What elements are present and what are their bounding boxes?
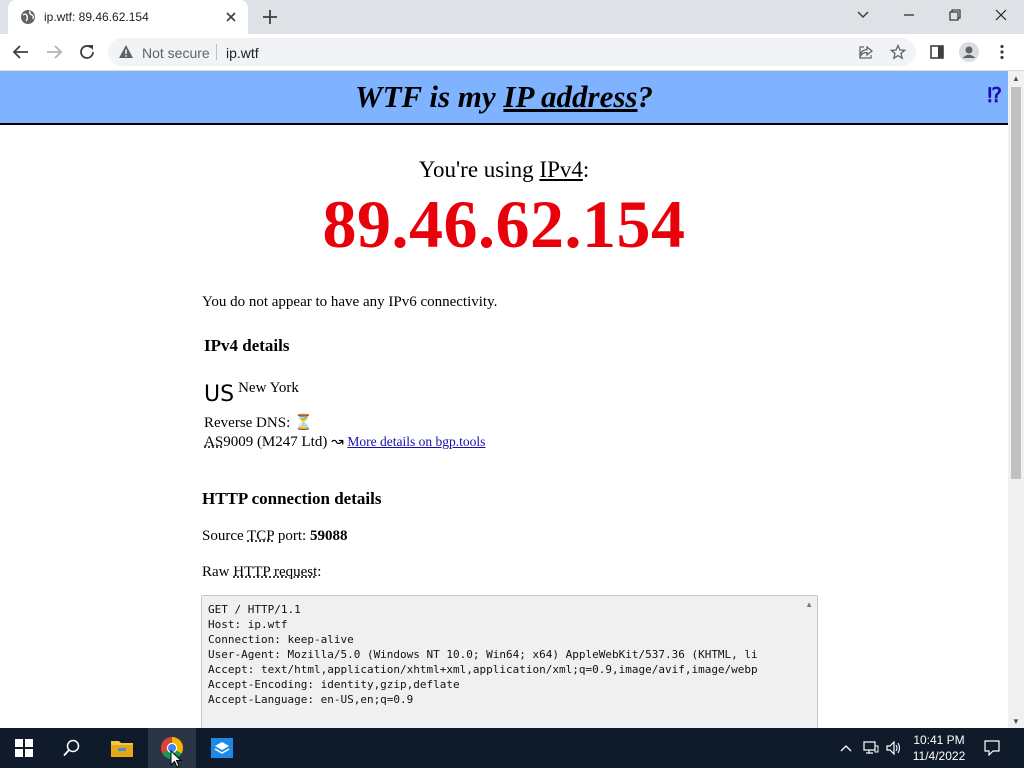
security-label[interactable]: Not secure — [142, 45, 210, 61]
as-info: AS9009 (M247 Ltd) ↝ More details on bgp.… — [204, 432, 485, 451]
port-mid: port: — [274, 528, 310, 544]
info-link[interactable]: ⁉ — [987, 83, 1002, 108]
raw-suffix: : — [317, 564, 322, 580]
rdns-label: Reverse DNS: — [204, 415, 291, 431]
raw-request-label: Raw HTTP request: — [202, 564, 321, 581]
clock-time: 10:41 PM — [913, 733, 965, 747]
scrollbar-thumb[interactable] — [1011, 87, 1021, 479]
app-taskbar-icon[interactable] — [198, 728, 246, 768]
raw-line: Host: ip.wtf — [208, 618, 288, 631]
minimize-icon[interactable] — [886, 0, 932, 30]
warning-icon[interactable] — [118, 44, 134, 60]
page-scrollbar[interactable]: ▲ ▼ — [1008, 71, 1024, 728]
browser-tab[interactable]: ip.wtf: 89.46.62.154 — [8, 0, 248, 34]
new-tab-icon[interactable] — [258, 6, 282, 28]
protocol-line: You're using IPv4: — [0, 157, 1008, 183]
raw-line: Accept-Encoding: identity,gzip,deflate — [208, 678, 460, 691]
side-panel-icon[interactable] — [926, 41, 948, 63]
windows-taskbar: 10:41 PM 11/4/2022 — [0, 728, 1024, 768]
window-close-icon[interactable] — [978, 0, 1024, 30]
notification-center-icon[interactable] — [978, 728, 1006, 768]
tab-strip: ip.wtf: 89.46.62.154 — [0, 0, 1024, 34]
profile-avatar-icon[interactable] — [958, 41, 980, 63]
site-title: WTF is my IP address? — [0, 79, 1008, 115]
raw-line: GET / HTTP/1.1 — [208, 603, 301, 616]
restore-icon[interactable] — [932, 0, 978, 30]
file-explorer-icon[interactable] — [98, 728, 146, 768]
raw-line: Accept: text/html,application/xhtml+xml,… — [208, 663, 758, 676]
title-prefix: WTF is my — [355, 79, 504, 114]
tab-title: ip.wtf: 89.46.62.154 — [44, 10, 149, 24]
raw-request-textarea[interactable]: GET / HTTP/1.1 Host: ip.wtf Connection: … — [201, 595, 818, 728]
page-viewport: WTF is my IP address? ⁉ You're using IPv… — [0, 71, 1008, 728]
reload-icon[interactable] — [76, 41, 98, 63]
as-abbr: AS — [204, 434, 224, 450]
ip-address: 89.46.62.154 — [322, 186, 686, 262]
network-icon[interactable] — [860, 728, 882, 768]
site-banner: WTF is my IP address? ⁉ — [0, 71, 1008, 125]
bookmark-star-icon[interactable] — [887, 41, 909, 63]
bgp-tools-link[interactable]: More details on bgp.tools — [347, 434, 485, 449]
system-clock[interactable]: 10:41 PM 11/4/2022 — [900, 732, 978, 764]
as-text: 9009 (M247 Ltd) ↝ — [223, 434, 348, 450]
title-suffix: ? — [637, 79, 653, 114]
chrome-taskbar-icon[interactable] — [148, 728, 196, 768]
source-port: Source TCP port: 59088 — [202, 528, 347, 545]
using-suffix: : — [582, 157, 590, 182]
mouse-cursor-icon — [170, 750, 182, 768]
ip-address-link[interactable]: IP address — [503, 79, 637, 114]
port-value: 59088 — [309, 528, 348, 544]
menu-kebab-icon[interactable] — [991, 41, 1013, 63]
scroll-up-icon[interactable]: ▲ — [1012, 74, 1020, 83]
using-prefix: You're using — [418, 157, 540, 182]
location: US New York — [204, 380, 299, 407]
textarea-scroll-up-icon[interactable]: ▲ — [805, 600, 813, 609]
url-text[interactable]: ip.wtf — [226, 45, 259, 61]
country-code: US — [204, 382, 235, 407]
search-icon[interactable] — [48, 728, 96, 768]
city: New York — [238, 380, 299, 396]
hourglass-icon: ⏳ — [294, 415, 313, 431]
windows-start-icon[interactable] — [0, 728, 48, 768]
tab-search-icon[interactable] — [840, 0, 886, 30]
port-prefix: Source — [202, 528, 248, 544]
divider — [216, 44, 217, 60]
ipv4-heading: IPv4 details — [204, 336, 290, 355]
ipv4-link[interactable]: IPv4 — [539, 157, 582, 182]
http-request-abbr: HTTP request — [233, 564, 318, 580]
clock-date: 11/4/2022 — [912, 749, 966, 763]
scroll-down-icon[interactable]: ▼ — [1012, 717, 1020, 726]
forward-icon[interactable] — [43, 41, 65, 63]
raw-prefix: Raw — [202, 564, 234, 580]
tray-chevron-up-icon[interactable] — [836, 728, 856, 768]
back-icon[interactable] — [10, 41, 32, 63]
address-bar[interactable]: Not secure ip.wtf — [108, 38, 916, 66]
http-heading: HTTP connection details — [202, 489, 382, 508]
tcp-abbr: TCP — [247, 528, 275, 544]
ipv6-note: You do not appear to have any IPv6 conne… — [202, 294, 498, 310]
browser-toolbar: Not secure ip.wtf — [0, 34, 1024, 71]
close-tab-icon[interactable] — [222, 8, 240, 26]
reverse-dns: Reverse DNS: ⏳ — [204, 413, 313, 432]
globe-icon — [21, 10, 35, 24]
raw-line: Accept-Language: en-US,en;q=0.9 — [208, 693, 414, 706]
raw-line: Connection: keep-alive — [208, 633, 354, 646]
raw-line: User-Agent: Mozilla/5.0 (Windows NT 10.0… — [208, 648, 758, 661]
share-icon[interactable] — [855, 41, 877, 63]
